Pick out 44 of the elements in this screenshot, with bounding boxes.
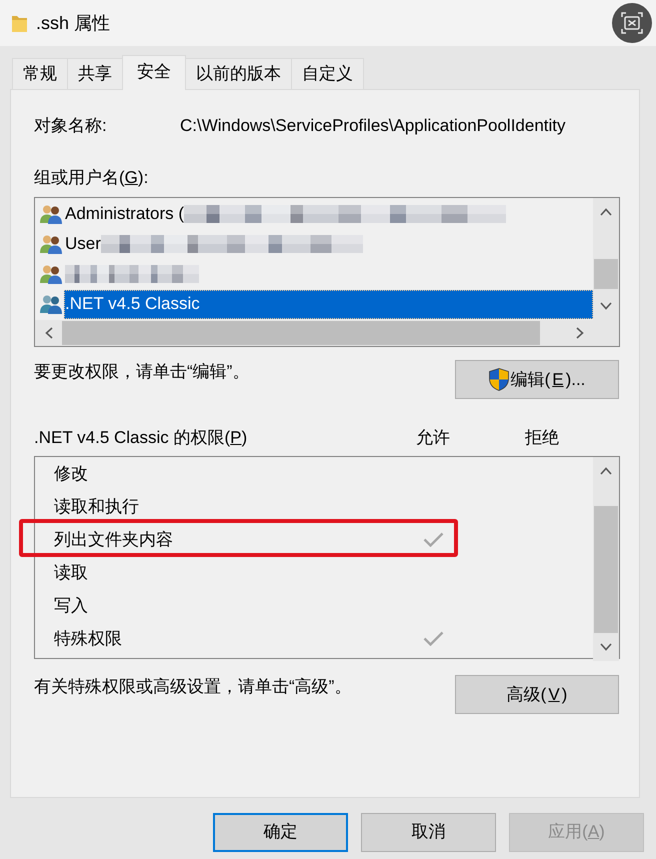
object-path-text: C:\Windows\ServiceProfiles\ApplicationPoolIdentity (180, 115, 566, 137)
folder-icon (12, 14, 27, 32)
column-header: 允许 (415, 427, 451, 450)
tab[interactable]: 常规 (12, 58, 68, 89)
chevron-up-icon[interactable] (600, 208, 612, 216)
chevron-left-icon[interactable] (44, 327, 52, 340)
chevron-down-icon[interactable] (600, 302, 612, 310)
tab[interactable]: 自定义 (291, 58, 364, 89)
users-icon (40, 234, 62, 254)
group-list-label: 组或用户名(G): (34, 167, 148, 189)
permission-name: 特殊权限 (54, 628, 122, 650)
tab[interactable]: 共享 (67, 58, 123, 89)
edit-button[interactable]: 编辑(E)... (455, 360, 619, 400)
edit-hint-text: 要更改权限，请单击“编辑”。 (34, 361, 250, 384)
permission-name: 读取和执行 (54, 496, 139, 518)
chevron-up-icon[interactable] (600, 467, 612, 476)
window-title: .ssh 属性 (36, 12, 110, 35)
users-icon (40, 264, 62, 284)
scrollbar-thumb[interactable] (594, 506, 618, 634)
user-list-item[interactable]: User (64, 230, 593, 259)
column-header: 拒绝 (524, 427, 560, 450)
user-list-item[interactable]: .NET v4.5 Classic (64, 290, 593, 319)
tab[interactable]: 安全 (122, 55, 186, 90)
shield-icon (488, 368, 509, 392)
users-icon (40, 294, 62, 314)
permissions-label: .NET v4.5 Classic 的权限(P) (34, 427, 248, 450)
dialog-button[interactable]: 取消 (361, 813, 496, 852)
permission-name: 列出文件夹内容 (54, 528, 173, 551)
permission-name: 读取 (54, 562, 88, 584)
permission-name: 修改 (54, 462, 88, 485)
scrollbar-thumb[interactable] (62, 321, 540, 346)
close-icon[interactable] (612, 3, 652, 43)
chevron-down-icon[interactable] (600, 643, 612, 652)
permission-name: 写入 (54, 594, 88, 617)
scrollbar-track[interactable] (593, 457, 619, 662)
scrollbar-thumb[interactable] (594, 259, 618, 290)
object-name-label: 对象名称: (34, 115, 108, 137)
users-icon (40, 204, 62, 224)
advanced-button[interactable]: 高级(V) (455, 675, 619, 714)
tab[interactable]: 以前的版本 (185, 58, 292, 89)
dialog-button[interactable]: 确定 (213, 813, 348, 852)
advanced-hint-text: 有关特殊权限或高级设置，请单击“高级”。 (34, 676, 352, 698)
chevron-right-icon[interactable] (576, 327, 584, 340)
user-list-item[interactable]: Administrators ( (64, 200, 593, 229)
